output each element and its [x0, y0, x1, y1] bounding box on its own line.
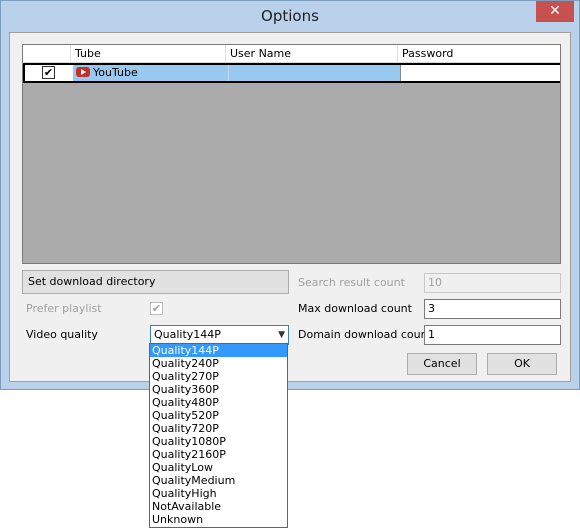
dropdown-option[interactable]: Quality1080P [150, 435, 287, 448]
dropdown-option[interactable]: Quality480P [150, 396, 287, 409]
set-download-directory-button[interactable]: Set download directory [22, 270, 289, 294]
close-button[interactable]: ✕ [536, 1, 574, 22]
video-quality-label: Video quality [26, 328, 98, 341]
tube-grid[interactable]: Tube User Name Password ✔ YouTube [22, 44, 561, 264]
row-user-name-cell[interactable] [228, 65, 400, 81]
row-tube-name: YouTube [93, 66, 138, 79]
column-header-password[interactable]: Password [398, 45, 560, 63]
window-title: Options [261, 7, 319, 25]
row-enabled-checkbox[interactable]: ✔ [42, 66, 55, 79]
prefer-playlist-checkbox[interactable]: ✔ [150, 302, 163, 315]
dropdown-option[interactable]: QualityLow [150, 461, 287, 474]
dropdown-option[interactable]: NotAvailable [150, 500, 287, 513]
video-quality-value: Quality144P [154, 328, 221, 341]
column-header-user-name[interactable]: User Name [226, 45, 398, 63]
dropdown-option[interactable]: QualityMedium [150, 474, 287, 487]
grid-header-check [23, 45, 71, 63]
domain-download-count-label: Domain download count [298, 328, 432, 341]
search-result-count-label: Search result count [298, 276, 405, 289]
youtube-icon [76, 67, 90, 77]
dropdown-option[interactable]: QualityHigh [150, 487, 287, 500]
dropdown-option[interactable]: Quality144P [150, 344, 287, 357]
dropdown-option[interactable]: Quality270P [150, 370, 287, 383]
table-row[interactable]: ✔ YouTube [23, 63, 560, 83]
dropdown-option[interactable]: Quality720P [150, 422, 287, 435]
dropdown-option[interactable]: Quality520P [150, 409, 287, 422]
column-header-tube[interactable]: Tube [71, 45, 226, 63]
close-icon: ✕ [549, 3, 561, 19]
ok-button[interactable]: OK [487, 353, 557, 375]
options-window: Options ✕ Tube User Name Password ✔ YouT… [0, 0, 580, 390]
dialog-body: Tube User Name Password ✔ YouTube Set do… [9, 32, 571, 382]
max-download-count-field[interactable]: 3 [424, 299, 561, 319]
domain-download-count-field[interactable]: 1 [424, 325, 561, 345]
prefer-playlist-label: Prefer playlist [26, 302, 102, 315]
dropdown-option[interactable]: Quality2160P [150, 448, 287, 461]
dropdown-option[interactable]: Unknown [150, 513, 287, 526]
max-download-count-label: Max download count [298, 302, 412, 315]
grid-header: Tube User Name Password [23, 45, 560, 63]
dropdown-option[interactable]: Quality360P [150, 383, 287, 396]
video-quality-select[interactable]: Quality144P ▼ [150, 325, 289, 345]
row-tube-cell[interactable]: YouTube [73, 65, 228, 81]
row-check-cell[interactable]: ✔ [25, 65, 73, 81]
dropdown-option[interactable]: Quality240P [150, 357, 287, 370]
chevron-down-icon[interactable]: ▼ [278, 326, 285, 344]
search-result-count-field[interactable]: 10 [424, 273, 561, 293]
cancel-button[interactable]: Cancel [407, 353, 477, 375]
title-bar[interactable]: Options ✕ [1, 1, 579, 32]
video-quality-dropdown-list[interactable]: Quality144P Quality240P Quality270P Qual… [149, 343, 288, 528]
row-password-cell[interactable] [400, 65, 560, 81]
